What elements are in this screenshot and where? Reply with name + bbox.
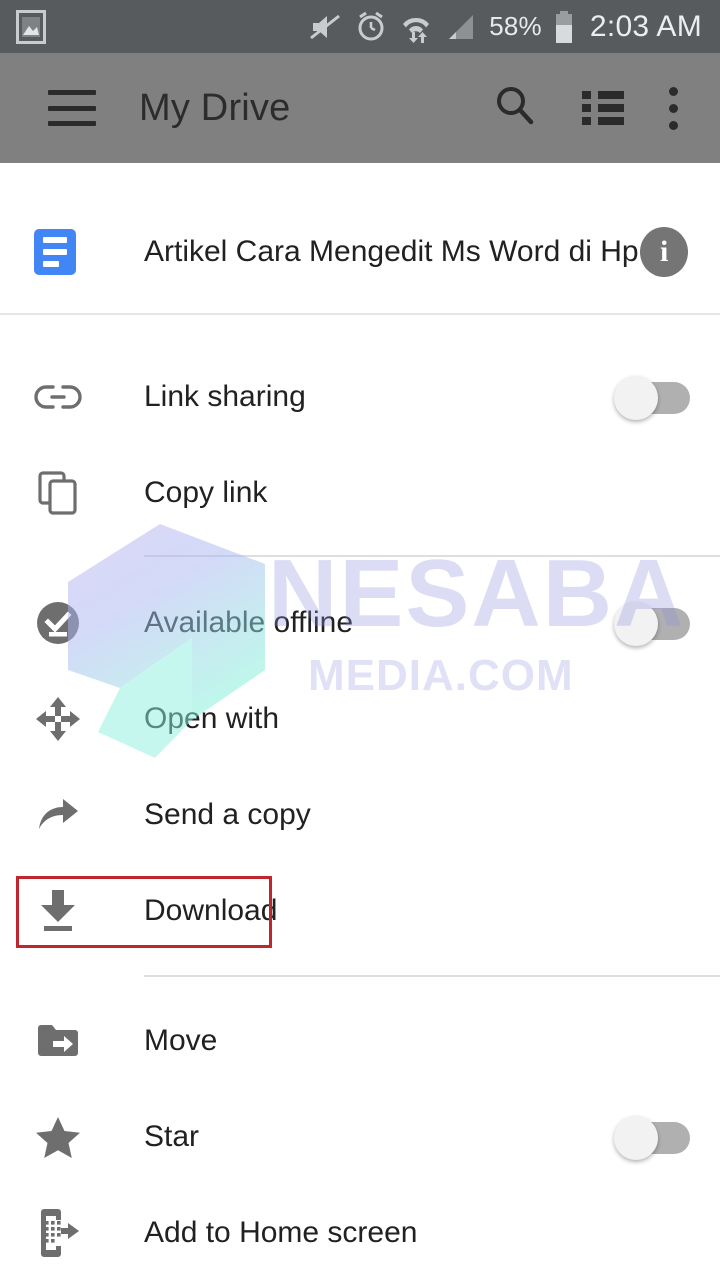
star-toggle[interactable] xyxy=(614,1116,690,1160)
app-bar: My Drive xyxy=(0,53,720,163)
menu-item-label: Add to Home screen xyxy=(144,1216,418,1249)
list-view-icon[interactable] xyxy=(582,91,624,125)
search-icon[interactable] xyxy=(492,83,538,134)
divider-below-file xyxy=(0,313,720,315)
divider-after-download xyxy=(144,975,720,977)
screenshot-image-icon xyxy=(16,9,46,44)
overflow-menu-icon[interactable] xyxy=(668,86,678,130)
open-with-arrows-icon xyxy=(28,695,88,743)
menu-item-label: Download xyxy=(144,894,278,927)
info-glyph: i xyxy=(659,235,669,268)
file-header-row[interactable]: Artikel Cara Mengedit Ms Word di Hp... i xyxy=(0,197,720,307)
alarm-clock-icon xyxy=(355,11,387,43)
menu-item-label: Copy link xyxy=(144,476,268,509)
menu-item-link-sharing[interactable]: Link sharing xyxy=(0,349,720,445)
menu-item-move[interactable]: Move xyxy=(0,993,720,1089)
menu-item-label: Send a copy xyxy=(144,798,311,831)
download-icon xyxy=(28,888,88,934)
copy-icon xyxy=(28,470,88,516)
file-name-label: Artikel Cara Mengedit Ms Word di Hp... xyxy=(144,235,641,268)
google-docs-file-icon xyxy=(34,229,76,275)
menu-item-copy-link[interactable]: Copy link xyxy=(0,445,720,541)
available-offline-toggle[interactable] xyxy=(614,602,690,646)
menu-item-star[interactable]: Star xyxy=(0,1089,720,1185)
divider-after-copy-link xyxy=(144,555,720,557)
app-bar-actions xyxy=(492,83,720,134)
status-bar-clock: 2:03 AM xyxy=(589,9,702,43)
star-icon xyxy=(28,1115,88,1159)
offline-pin-icon xyxy=(28,600,88,646)
info-icon[interactable]: i xyxy=(640,227,688,277)
add-to-homescreen-icon xyxy=(28,1208,88,1258)
file-options-sheet: Artikel Cara Mengedit Ms Word di Hp... i… xyxy=(0,163,720,1280)
cellular-signal-icon xyxy=(445,12,477,42)
status-bar-right: 58% 2:03 AM xyxy=(309,10,702,44)
hamburger-menu-icon[interactable] xyxy=(48,90,96,126)
menu-item-available-offline[interactable]: Available offline xyxy=(0,575,720,671)
menu-item-label: Move xyxy=(144,1024,218,1057)
move-folder-icon xyxy=(28,1022,88,1060)
menu-item-label: Available offline xyxy=(144,606,354,639)
wifi-transfer-icon xyxy=(399,11,433,43)
menu-item-send-a-copy[interactable]: Send a copy xyxy=(0,767,720,863)
share-arrow-icon xyxy=(28,795,88,835)
menu-item-add-to-home-screen[interactable]: Add to Home screen xyxy=(0,1185,720,1280)
menu-item-label: Star xyxy=(144,1120,200,1153)
link-sharing-toggle[interactable] xyxy=(614,376,690,420)
battery-icon xyxy=(554,10,574,43)
menu-item-label: Open with xyxy=(144,702,280,735)
drive-file-options-screen: 58% 2:03 AM My Drive Artikel Cara Menged… xyxy=(0,0,720,1280)
battery-percent-label: 58% xyxy=(489,11,542,41)
link-icon xyxy=(28,382,88,412)
menu-item-open-with[interactable]: Open with xyxy=(0,671,720,767)
page-title: My Drive xyxy=(139,86,291,129)
volume-mute-icon xyxy=(309,12,343,42)
status-bar: 58% 2:03 AM xyxy=(0,0,720,53)
menu-item-download[interactable]: Download xyxy=(0,863,720,959)
menu-item-label: Link sharing xyxy=(144,380,306,413)
status-bar-left xyxy=(16,9,46,44)
